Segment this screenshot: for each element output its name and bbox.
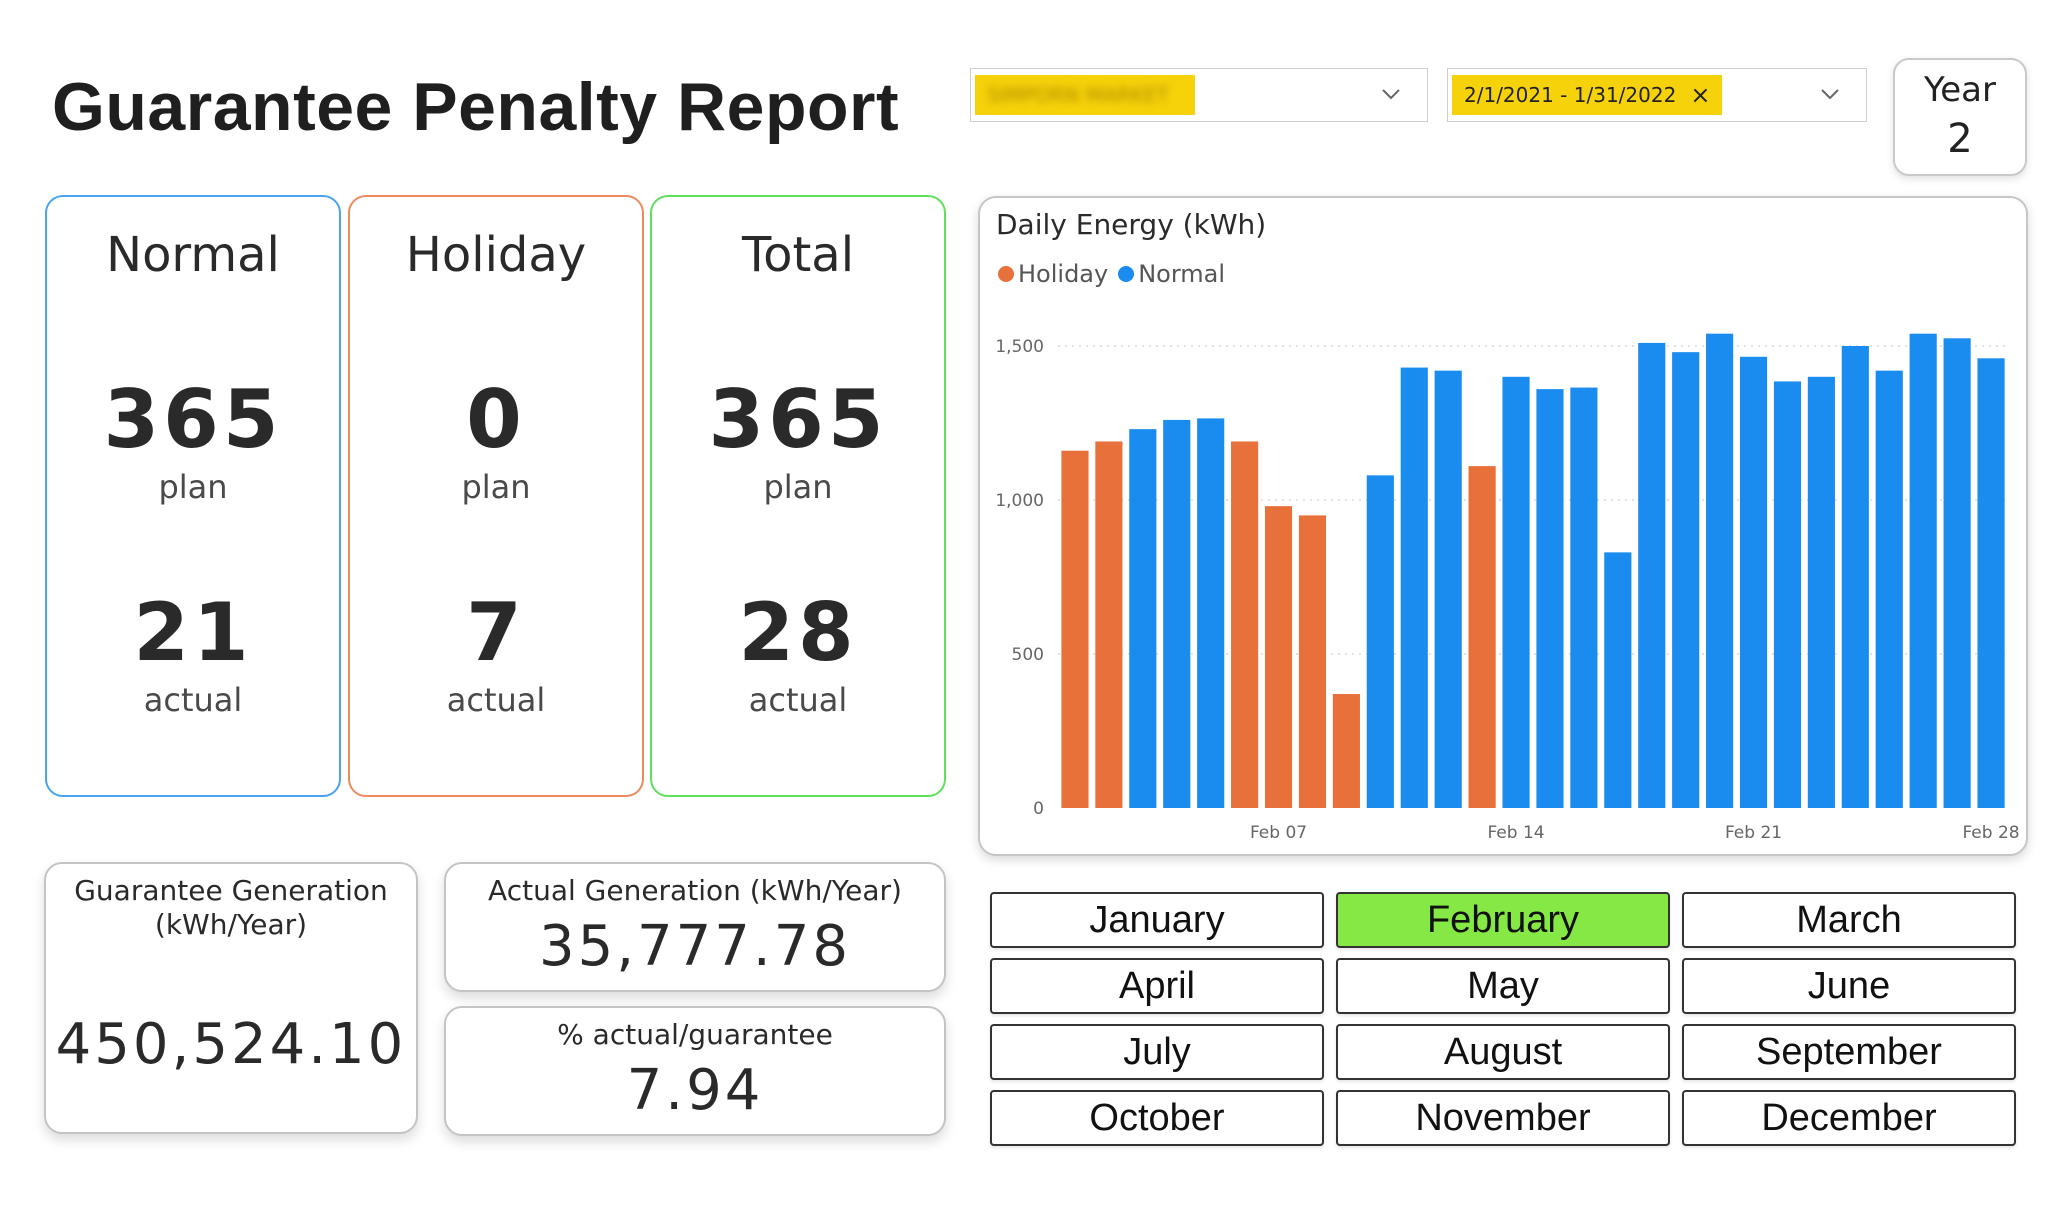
bar-holiday[interactable] [1332,694,1360,808]
chevron-down-icon[interactable] [1818,82,1842,106]
year-value: 2 [1947,116,1973,162]
kpi-plan-label: plan [158,468,228,506]
kpi-actual-label: actual [143,681,243,719]
bar-normal[interactable] [1604,552,1632,808]
percent-value: 7.94 [626,1058,764,1123]
kpi-title: Normal [106,227,280,283]
y-tick-label: 1,500 [995,337,1044,357]
kpi-title: Holiday [405,227,587,283]
month-button-september[interactable]: September [1682,1024,2016,1080]
kpi-actual-label: actual [748,681,848,719]
bar-normal[interactable] [1366,475,1394,808]
bar-normal[interactable] [1400,367,1428,808]
chart-plot: 0 500 1,000 1,500 Feb 07 Feb 14 Feb 21 Feb 28 [995,333,2020,843]
bar-holiday[interactable] [1095,441,1123,808]
bar-normal[interactable] [1807,376,1835,808]
kpi-plan-value: 365 [708,373,888,466]
kpi-actual-value: 7 [466,586,526,679]
kpi-title: Total [741,227,855,283]
bar-normal[interactable] [1672,352,1700,808]
bar-normal[interactable] [1129,429,1157,808]
bar-normal[interactable] [1773,381,1802,808]
actual-generation-label: Actual Generation (kWh/Year) [488,874,902,907]
site-filter-chip[interactable]: SIMPORN MARKET [975,75,1195,115]
site-filter-value: SIMPORN MARKET [987,83,1169,107]
bar-holiday[interactable] [1468,466,1496,808]
daily-energy-chart: Daily Energy (kWh) Holiday Normal 0 500 1,… [978,196,2028,856]
month-button-january[interactable]: January [990,892,1324,948]
bar-normal[interactable] [1163,419,1191,808]
kpi-plan-label: plan [461,468,531,506]
month-button-july[interactable]: July [990,1024,1324,1080]
guarantee-unit-label: (kWh/Year) [154,908,308,941]
guarantee-generation-card: Guarantee Generation (kWh/Year) 450,524.… [44,862,418,1134]
month-button-november[interactable]: November [1336,1090,1670,1146]
kpi-actual-value: 21 [133,586,253,679]
bar-normal[interactable] [1739,356,1768,808]
percent-card: % actual/guarantee 7.94 [444,1006,946,1136]
y-tick-label: 0 [1033,799,1044,819]
bar-normal[interactable] [1875,370,1903,808]
total-kpi-card: Total 365 plan 28 actual [650,195,946,797]
date-range-value: 2/1/2021 - 1/31/2022 [1464,83,1677,107]
normal-kpi-card: Normal 365 plan 21 actual [45,195,341,797]
month-button-april[interactable]: April [990,958,1324,1014]
bar-normal[interactable] [1638,342,1666,808]
actual-generation-value: 35,777.78 [538,914,851,979]
bar-holiday[interactable] [1061,450,1089,808]
bar-holiday[interactable] [1298,515,1327,808]
month-button-june[interactable]: June [1682,958,2016,1014]
bar-normal[interactable] [1570,387,1598,808]
site-slicer[interactable]: SIMPORN MARKET [970,68,1428,122]
x-tick-label: Feb 07 [1250,823,1307,843]
x-tick-label: Feb 14 [1487,823,1544,843]
guarantee-label: Guarantee Generation [74,874,388,907]
year-card: Year 2 [1893,58,2027,176]
month-button-may[interactable]: May [1336,958,1670,1014]
page-title: Guarantee Penalty Report [52,69,900,145]
y-tick-label: 500 [1012,645,1044,665]
percent-label: % actual/guarantee [557,1018,833,1051]
kpi-plan-label: plan [763,468,833,506]
x-tick-label: Feb 28 [1962,823,2019,843]
month-button-october[interactable]: October [990,1090,1324,1146]
bar-normal[interactable] [1909,333,1937,808]
date-range-chip[interactable]: 2/1/2021 - 1/31/2022 × [1452,75,1723,115]
kpi-plan-value: 365 [103,373,283,466]
holiday-kpi-card: Holiday 0 plan 7 actual [348,195,644,797]
month-button-august[interactable]: August [1336,1024,1670,1080]
bar-normal[interactable] [1977,358,2005,808]
month-button-december[interactable]: December [1682,1090,2016,1146]
bar-normal[interactable] [1434,370,1462,808]
close-icon[interactable]: × [1690,81,1710,109]
bar-normal[interactable] [1706,333,1734,808]
month-button-february[interactable]: February [1336,892,1670,948]
bar-normal[interactable] [1841,346,1869,808]
chevron-down-icon[interactable] [1379,82,1403,106]
kpi-plan-value: 0 [466,373,526,466]
kpi-actual-label: actual [446,681,546,719]
bar-holiday[interactable] [1231,441,1259,808]
guarantee-value: 450,524.10 [55,1012,407,1077]
y-tick-label: 1,000 [995,491,1044,511]
x-tick-label: Feb 21 [1725,823,1782,843]
date-range-slicer[interactable]: 2/1/2021 - 1/31/2022 × [1447,68,1867,122]
bar-normal[interactable] [1536,389,1564,808]
bar-normal[interactable] [1197,418,1225,808]
bar-normal[interactable] [1502,376,1530,808]
bar-holiday[interactable] [1264,506,1293,808]
year-label: Year [1924,70,1996,110]
bar-normal[interactable] [1943,338,1971,808]
kpi-actual-value: 28 [738,586,858,679]
month-button-march[interactable]: March [1682,892,2016,948]
actual-generation-card: Actual Generation (kWh/Year) 35,777.78 [444,862,946,992]
